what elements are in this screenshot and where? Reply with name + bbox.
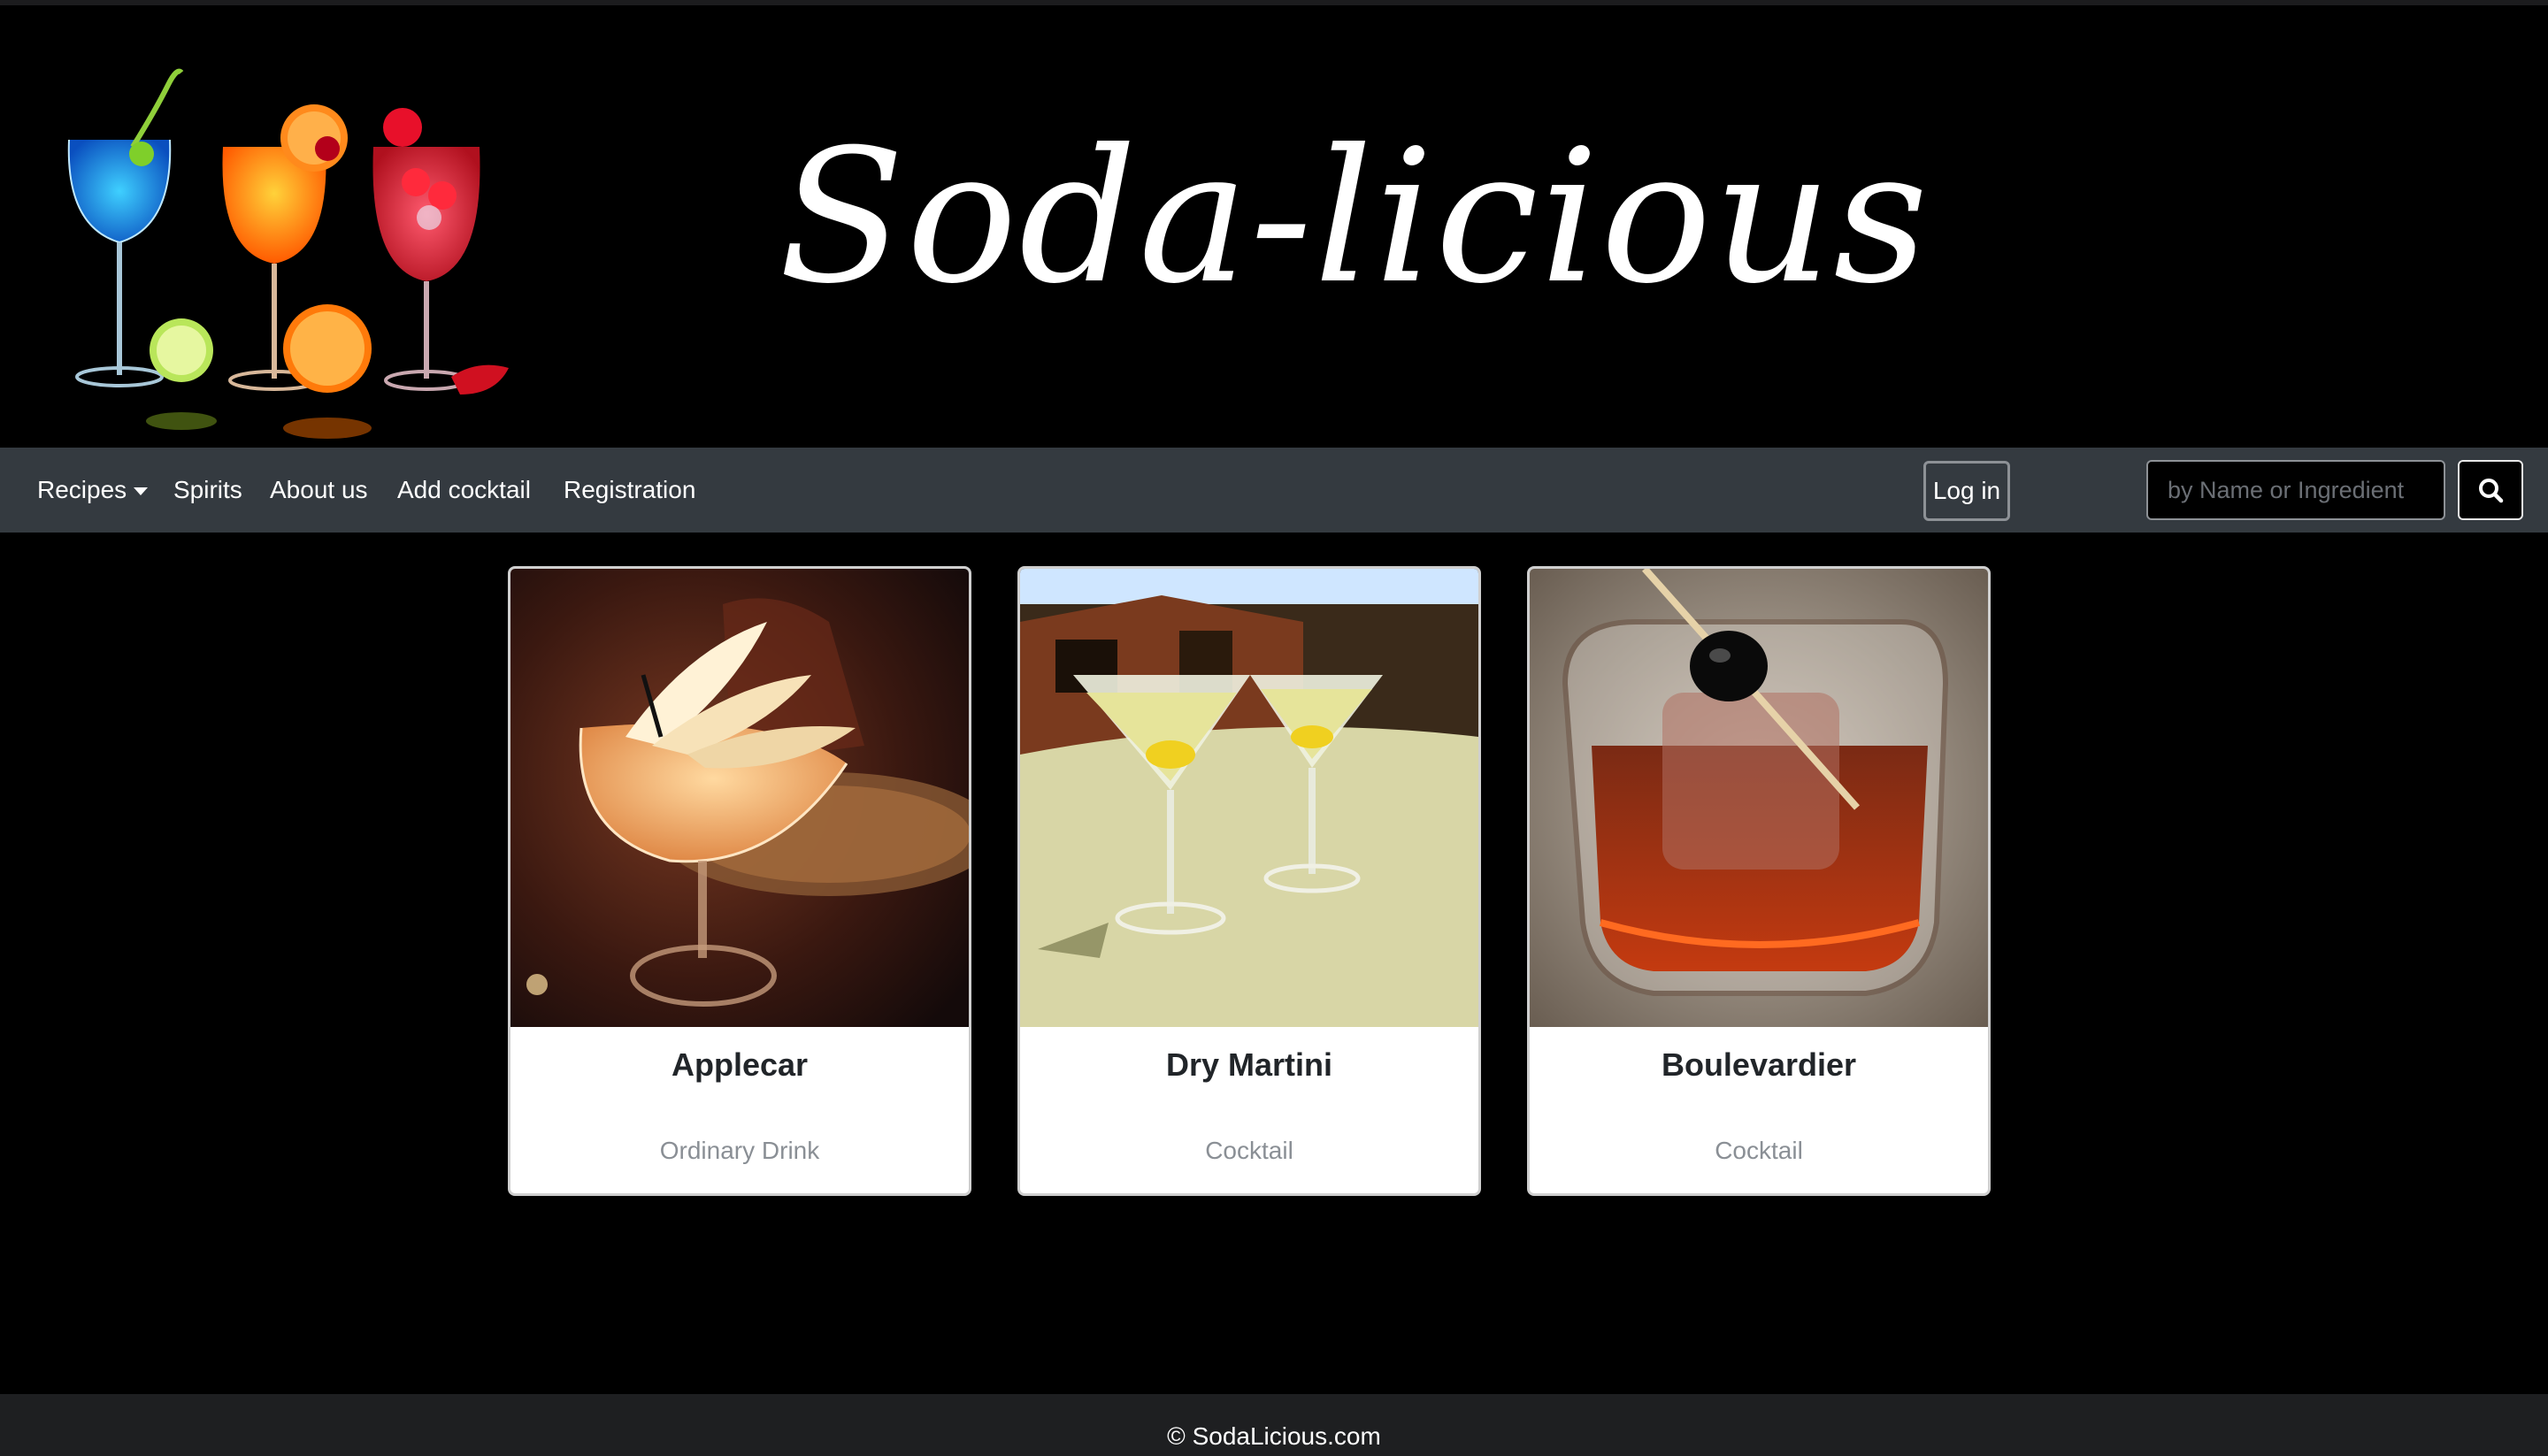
hero-cocktail-glasses-image — [0, 5, 566, 448]
cocktail-image-boulevardier — [1530, 569, 1988, 1027]
nav-recipes-label: Recipes — [37, 476, 127, 503]
site-footer: © SodaLicious.com — [0, 1394, 2548, 1456]
nav-about-link[interactable]: About us — [270, 448, 368, 533]
nav-recipes-dropdown[interactable]: Recipes — [37, 448, 149, 533]
site-brand-title: Soda-licious — [779, 111, 1930, 325]
cocktail-card-applecar[interactable]: Applecar Ordinary Drink — [508, 566, 971, 1196]
search-icon — [2479, 479, 2504, 503]
cocktail-image-dry-martini — [1020, 569, 1478, 1027]
cocktail-card-dry-martini[interactable]: Dry Martini Cocktail — [1017, 566, 1481, 1196]
nav-registration-link[interactable]: Registration — [564, 448, 695, 533]
cocktail-name: Dry Martini — [1165, 1046, 1333, 1083]
cocktail-category: Ordinary Drink — [659, 1137, 820, 1164]
caret-down-icon — [134, 487, 149, 496]
search-input[interactable] — [2146, 460, 2445, 520]
cocktail-name: Boulevardier — [1661, 1046, 1857, 1083]
cocktail-image-applecar — [510, 569, 969, 1027]
main-navbar: Recipes Spirits About us Add cocktail Re… — [0, 448, 2548, 533]
cocktail-category: Cocktail — [1205, 1137, 1293, 1164]
cocktail-name: Applecar — [671, 1046, 809, 1083]
login-button[interactable]: Log in — [1923, 461, 2010, 521]
nav-add-cocktail-link[interactable]: Add cocktail — [397, 448, 531, 533]
site-header: Soda-licious — [0, 5, 2548, 448]
nav-spirits-link[interactable]: Spirits — [173, 448, 242, 533]
cocktail-card-boulevardier[interactable]: Boulevardier Cocktail — [1527, 566, 1991, 1196]
search-button[interactable] — [2458, 460, 2523, 520]
footer-copyright: © SodaLicious.com — [1167, 1422, 1381, 1450]
cocktail-category: Cocktail — [1715, 1137, 1803, 1164]
